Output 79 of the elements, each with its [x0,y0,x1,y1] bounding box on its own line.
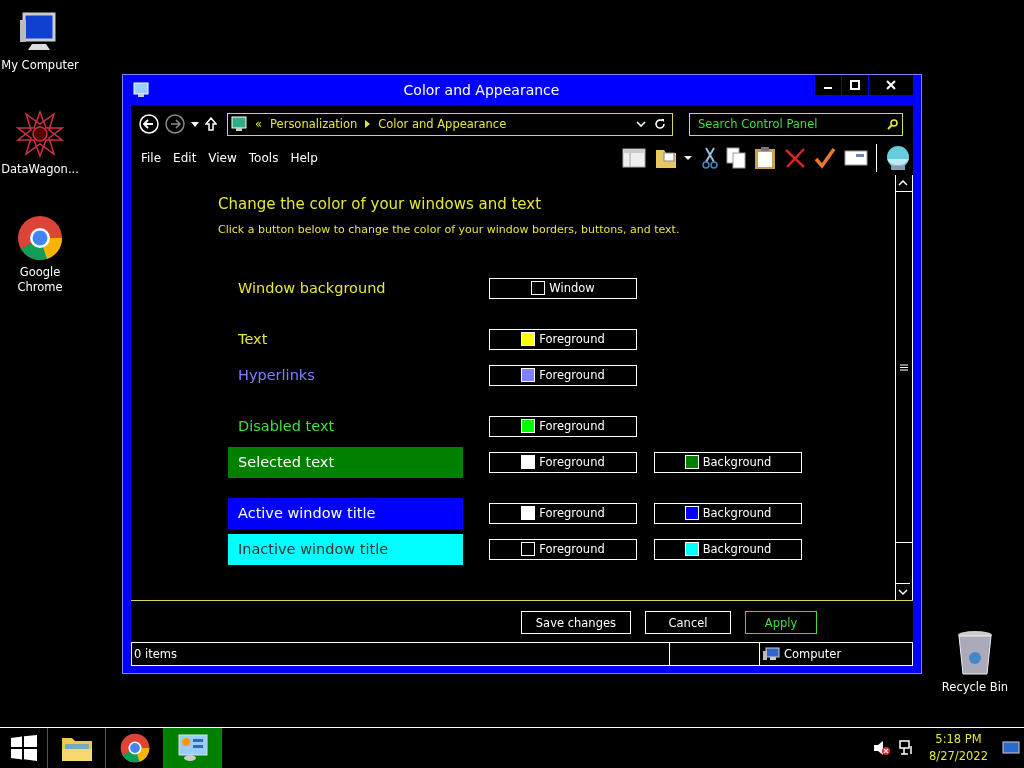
speaker-muted-icon[interactable] [873,740,892,756]
chevron-down-icon [636,121,646,127]
back-button[interactable] [139,114,159,134]
scissors-icon[interactable] [702,147,718,169]
apply-button[interactable]: Apply [745,611,817,634]
up-button[interactable] [205,117,217,131]
computer-icon [762,647,780,661]
close-button[interactable] [869,75,913,95]
color-picker-button[interactable]: Background [654,502,802,524]
color-picker-button[interactable]: Foreground [489,538,637,560]
maximize-button[interactable] [842,75,868,95]
color-picker-button[interactable]: Foreground [489,364,637,386]
refresh-icon [654,118,666,130]
instruction-text: Click a button below to change the color of your window borders, buttons, and text. [218,223,681,236]
properties-icon[interactable] [844,149,868,167]
chrome-icon [119,733,150,763]
desktop-icon-label[interactable]: Recycle Bin [941,680,1009,695]
menu-item[interactable]: File [141,151,170,165]
menu-item[interactable]: Help [290,151,326,165]
status-text: 0 items [134,647,177,661]
item-label: Hyperlinks [237,366,316,385]
desktop-icon-label[interactable]: Google Chrome [0,265,80,295]
search-icon [887,118,898,130]
help-globe-icon[interactable] [885,145,911,171]
paste-icon[interactable] [754,146,776,170]
item-label: Text [237,330,269,349]
menu-item[interactable]: Tools [248,151,287,165]
menu-item[interactable]: View [208,151,245,165]
dialog-button[interactable]: Cancel [645,611,731,634]
close-icon [886,80,896,90]
recycle-bin-icon [955,630,995,676]
vertical-scrollbar[interactable] [895,175,913,600]
color-picker-button[interactable]: Foreground [489,502,637,524]
page-heading: Change the color of your windows and text [218,195,543,213]
color-picker-button[interactable]: Background [654,538,802,560]
minimize-button[interactable] [815,75,841,95]
dialog-button[interactable]: Save changes [520,611,631,634]
grip-icon[interactable] [900,363,908,371]
checkmark-icon[interactable] [814,147,836,169]
window-title: Color and Appearance [403,82,560,98]
maximize-icon [850,80,860,90]
control-panel-icon [133,82,149,98]
control-panel-icon [231,116,247,132]
item-label: Disabled text [237,417,336,436]
desktop-icon-label[interactable]: My Computer [1,58,79,73]
address-bar[interactable]: « Personalization Color and Appearance [227,112,673,136]
pane-button[interactable] [622,148,646,168]
desktop-icon-label[interactable]: DataWagon... [1,162,79,177]
breadcrumb[interactable]: « [255,117,263,131]
color-picker-button[interactable]: Foreground [489,415,637,437]
minimize-icon [824,87,832,89]
breadcrumb[interactable]: Personalization [270,117,358,131]
folder-options-button[interactable] [654,147,694,169]
search-input[interactable]: Search Control Panel [698,117,887,131]
color-picker-button[interactable]: Foreground [489,328,637,350]
color-picker-button[interactable]: Foreground [489,451,637,473]
color-picker-button[interactable]: Window [489,277,637,299]
time-text: 5:18 PM [935,731,982,748]
search-field[interactable]: Search Control Panel [689,112,903,136]
windows-logo-icon [10,735,37,761]
color-sample-bar: Selected text [228,446,463,478]
copy-icon[interactable] [726,147,746,169]
delete-icon[interactable] [784,147,806,169]
forward-button[interactable] [165,114,185,134]
clock[interactable]: 5:18 PM 8/27/2022 [929,731,988,765]
star-drawing [16,110,64,158]
location-text: Computer [784,647,842,661]
menu-item[interactable]: Edit [173,151,205,165]
breadcrumb[interactable]: Color and Appearance [378,117,507,131]
color-picker-button[interactable]: Background [654,451,802,473]
color-sample-bar: Inactive window title [228,533,463,565]
item-label: Window background [237,279,387,298]
dropdown-button[interactable] [191,121,199,127]
control-panel-icon [177,734,208,762]
chrome-icon [17,215,63,261]
color-sample-bar: Active window title [228,497,463,529]
notification-icon[interactable] [1002,741,1020,755]
date-text: 8/27/2022 [929,748,988,765]
chevron-right-icon [365,120,371,128]
